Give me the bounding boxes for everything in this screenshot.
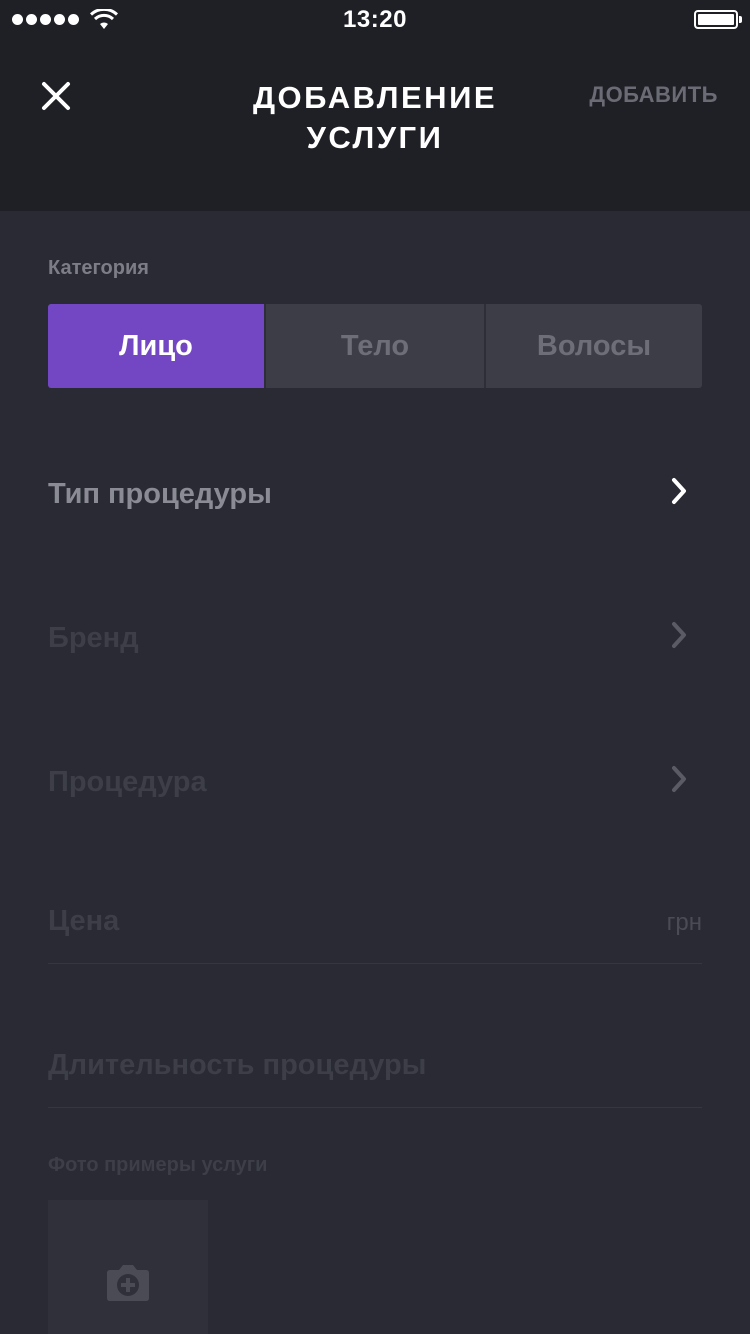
chevron-right-icon — [672, 766, 686, 792]
procedure-type-row[interactable]: Тип процедуры — [48, 468, 702, 528]
camera-add-icon — [107, 1265, 149, 1301]
price-field[interactable]: Цена грн — [48, 903, 702, 964]
status-time: 13:20 — [343, 6, 407, 33]
chevron-right-icon — [672, 478, 686, 504]
category-option-body[interactable]: Тело — [266, 304, 484, 388]
brand-label: Бренд — [48, 622, 139, 654]
procedure-label: Процедура — [48, 766, 207, 798]
add-button[interactable]: ДОБАВИТЬ — [589, 82, 718, 108]
page-title: ДОБАВЛЕНИЕ УСЛУГИ — [150, 78, 600, 158]
procedure-row[interactable]: Процедура — [48, 756, 702, 816]
navigation-header: 13:20 ДОБАВЛЕНИЕ УСЛУГИ ДОБАВИТЬ — [0, 0, 750, 211]
category-option-face[interactable]: Лицо — [48, 304, 264, 388]
battery-icon — [694, 10, 742, 29]
procedure-type-label: Тип процедуры — [48, 478, 272, 510]
page-title-line-1: ДОБАВЛЕНИЕ — [252, 80, 498, 115]
brand-row[interactable]: Бренд — [48, 612, 702, 672]
add-photo-button[interactable] — [48, 1200, 208, 1334]
page-title-line-2: УСЛУГИ — [306, 120, 444, 155]
category-label: Категория — [48, 257, 149, 279]
duration-field[interactable]: Длительность процедуры — [48, 1047, 702, 1108]
chevron-right-icon — [672, 622, 686, 648]
photos-label: Фото примеры услуги — [48, 1154, 268, 1176]
price-unit: грн — [666, 909, 702, 936]
category-option-hair[interactable]: Волосы — [486, 304, 702, 388]
status-bar: 13:20 — [0, 0, 750, 40]
price-input-placeholder[interactable]: Цена — [48, 905, 119, 938]
category-segmented-control: Лицо Тело Волосы — [48, 304, 702, 388]
duration-input-placeholder[interactable]: Длительность процедуры — [48, 1049, 426, 1082]
close-icon[interactable] — [38, 78, 74, 114]
